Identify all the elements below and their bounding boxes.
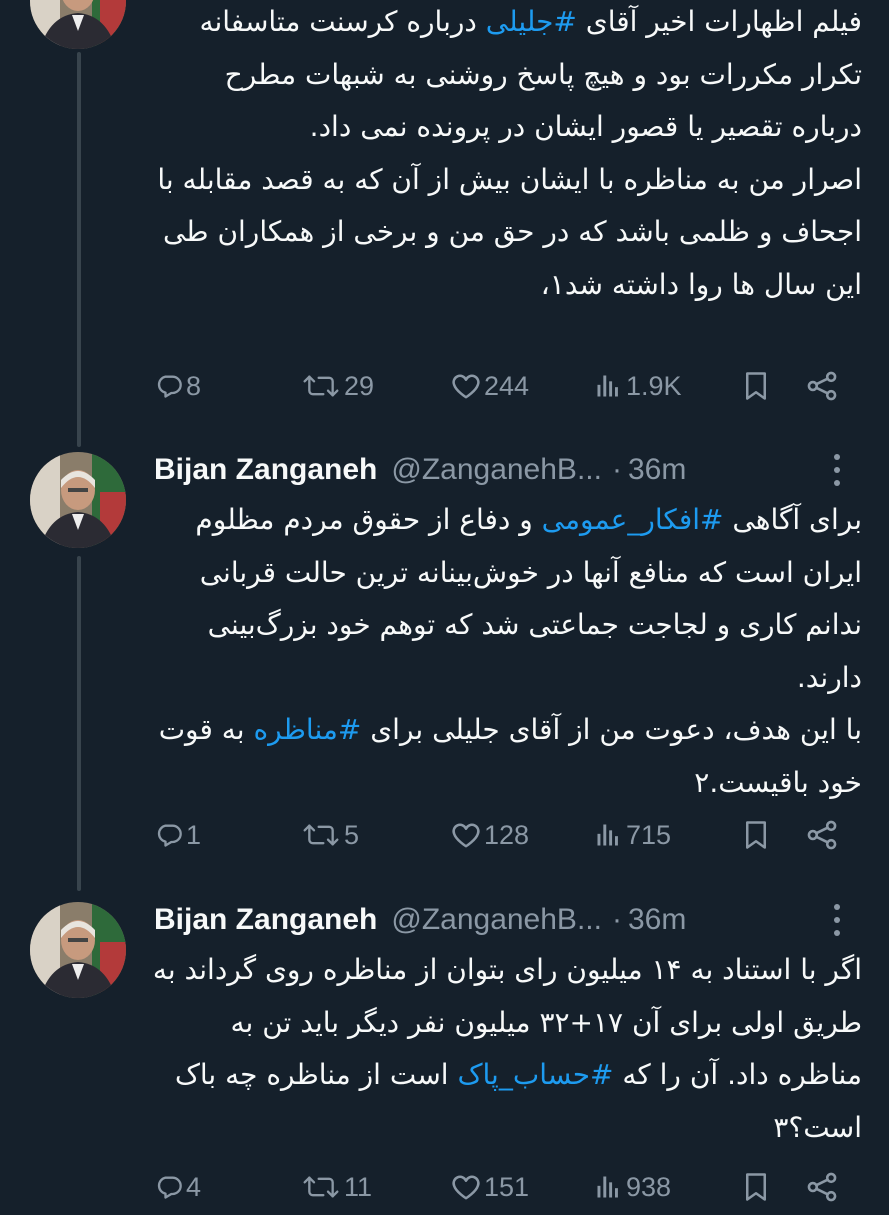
tweet-paragraph: فیلم اظهارات اخیر آقای #جلیلی درباره کرس…	[150, 0, 862, 154]
heart-icon	[451, 1173, 481, 1201]
tweet-actions: 8 29 244 1.9K	[155, 366, 845, 406]
bookmark-button[interactable]	[743, 1167, 769, 1207]
tweet-header: Bijan Zanganeh @ZanganehB... · 36m	[154, 900, 849, 940]
views-icon	[593, 821, 623, 849]
views-count: 1.9K	[626, 370, 682, 401]
retweet-button[interactable]: 5	[301, 815, 359, 855]
bookmark-button[interactable]	[743, 366, 769, 406]
reply-icon	[155, 1173, 183, 1201]
more-icon[interactable]	[825, 904, 849, 936]
replies-count: 1	[186, 819, 202, 850]
like-button[interactable]: 151	[451, 1167, 529, 1207]
retweet-icon	[301, 372, 341, 400]
reply-icon	[155, 821, 183, 849]
hashtag-link[interactable]: #افکار_عمومی	[542, 503, 724, 536]
reply-button[interactable]: 8	[155, 366, 201, 406]
bookmark-icon	[743, 1172, 769, 1202]
author-handle[interactable]: @ZanganehB...	[391, 903, 602, 937]
tweet-text: فیلم اظهارات اخیر آقای #جلیلی درباره کرس…	[150, 0, 862, 311]
views-count: 938	[626, 1171, 672, 1202]
avatar[interactable]	[30, 902, 126, 998]
thread-line	[77, 556, 81, 891]
tweet-time[interactable]: 36m	[628, 903, 686, 937]
tweet-paragraph: با این هدف، دعوت من از آقای جلیلی برای #…	[150, 704, 862, 809]
bookmark-icon	[743, 371, 769, 401]
separator-dot: ·	[611, 453, 622, 486]
hashtag-link[interactable]: #حساب_پاک	[457, 1058, 613, 1091]
tweet-actions: 4 11 151 938	[155, 1167, 845, 1207]
retweet-button[interactable]: 29	[301, 366, 374, 406]
tweet-text-segment: برای آگاهی	[723, 503, 862, 536]
share-icon	[805, 819, 839, 851]
tweet[interactable]: Bijan Zanganeh @ZanganehB... · 36m برای …	[0, 440, 889, 891]
hashtag-link[interactable]: #جلیلی	[486, 5, 577, 38]
tweet-text: برای آگاهی #افکار_عمومی و دفاع از حقوق م…	[150, 494, 862, 809]
avatar[interactable]	[30, 0, 126, 49]
bookmark-icon	[743, 820, 769, 850]
heart-icon	[451, 372, 481, 400]
tweet-header: Bijan Zanganeh @ZanganehB... · 36m	[154, 450, 849, 490]
views-icon	[593, 372, 623, 400]
author-name[interactable]: Bijan Zanganeh	[154, 453, 377, 487]
reply-icon	[155, 372, 183, 400]
reply-button[interactable]: 1	[155, 815, 201, 855]
like-button[interactable]: 244	[451, 366, 529, 406]
hashtag-link[interactable]: #مناظره	[254, 713, 362, 746]
tweet-text-segment: فیلم اظهارات اخیر آقای	[576, 5, 862, 38]
author-handle[interactable]: @ZanganehB...	[391, 453, 602, 487]
retweet-button[interactable]: 11	[301, 1167, 372, 1207]
thread-line	[77, 52, 81, 447]
share-button[interactable]	[805, 1167, 839, 1207]
tweet[interactable]: فیلم اظهارات اخیر آقای #جلیلی درباره کرس…	[0, 0, 889, 447]
tweet-actions: 1 5 128 715	[155, 815, 845, 855]
tweet-paragraph: اگر با استناد به ۱۴ میلیون رای بتوان از …	[150, 944, 862, 1154]
retweet-icon	[301, 821, 341, 849]
reply-button[interactable]: 4	[155, 1167, 201, 1207]
tweet-text: اگر با استناد به ۱۴ میلیون رای بتوان از …	[150, 944, 862, 1154]
tweet-time[interactable]: 36m	[628, 453, 686, 487]
views-button[interactable]: 715	[593, 815, 671, 855]
retweets-count: 11	[344, 1171, 373, 1202]
separator-dot: ·	[611, 903, 622, 936]
likes-count: 244	[484, 370, 530, 401]
share-button[interactable]	[805, 366, 839, 406]
share-button[interactable]	[805, 815, 839, 855]
share-icon	[805, 370, 839, 402]
heart-icon	[451, 821, 481, 849]
views-count: 715	[626, 819, 672, 850]
author-name[interactable]: Bijan Zanganeh	[154, 903, 377, 937]
more-icon[interactable]	[825, 454, 849, 486]
share-icon	[805, 1171, 839, 1203]
tweet[interactable]: Bijan Zanganeh @ZanganehB... · 36m اگر ب…	[0, 890, 889, 1215]
views-button[interactable]: 1.9K	[593, 366, 682, 406]
bookmark-button[interactable]	[743, 815, 769, 855]
avatar[interactable]	[30, 452, 126, 548]
like-button[interactable]: 128	[451, 815, 529, 855]
likes-count: 151	[484, 1171, 530, 1202]
retweet-icon	[301, 1173, 341, 1201]
tweet-paragraph: اصرار من به مناظره با ایشان بیش از آن که…	[150, 154, 862, 312]
tweet-text-segment: اصرار من به مناظره با ایشان بیش از آن که…	[157, 162, 862, 301]
retweets-count: 5	[344, 819, 360, 850]
views-icon	[593, 1173, 623, 1201]
retweets-count: 29	[344, 370, 375, 401]
tweet-text-segment: با این هدف، دعوت من از آقای جلیلی برای	[361, 713, 862, 746]
replies-count: 8	[186, 370, 202, 401]
replies-count: 4	[186, 1171, 202, 1202]
tweet-paragraph: برای آگاهی #افکار_عمومی و دفاع از حقوق م…	[150, 494, 862, 704]
views-button[interactable]: 938	[593, 1167, 671, 1207]
likes-count: 128	[484, 819, 530, 850]
